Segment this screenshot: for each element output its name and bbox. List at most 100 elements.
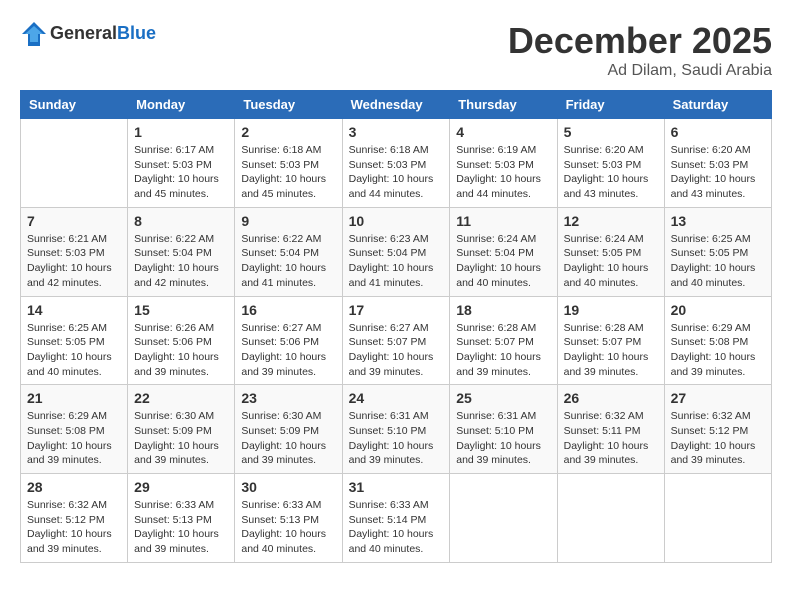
- calendar-cell: 21 Sunrise: 6:29 AMSunset: 5:08 PMDayligh…: [21, 385, 128, 474]
- day-number: 29: [134, 479, 228, 495]
- calendar-cell: 31Sunrise: 6:33 AMSunset: 5:14 PMDayligh…: [342, 474, 450, 563]
- col-wednesday: Wednesday: [342, 91, 450, 119]
- day-number: 19: [564, 302, 658, 318]
- day-info: Sunrise: 6:33 AMSunset: 5:13 PMDaylight:…: [241, 498, 335, 557]
- day-info: Sunrise: 6:18 AMSunset: 5:03 PMDaylight:…: [349, 143, 444, 202]
- day-info: Sunrise: 6:22 AMSunset: 5:04 PMDaylight:…: [241, 232, 335, 291]
- calendar-cell: [557, 474, 664, 563]
- title-area: December 2025 Ad Dilam, Saudi Arabia: [508, 20, 772, 80]
- day-info: Sunrise: 6:33 AMSunset: 5:13 PMDaylight:…: [134, 498, 228, 557]
- day-number: 4: [456, 124, 550, 140]
- calendar-week-row: 21 Sunrise: 6:29 AMSunset: 5:08 PMDayligh…: [21, 385, 772, 474]
- calendar-cell: 17Sunrise: 6:27 AMSunset: 5:07 PMDayligh…: [342, 296, 450, 385]
- calendar-cell: 7Sunrise: 6:21 AMSunset: 5:03 PMDaylight…: [21, 207, 128, 296]
- day-number: 31: [349, 479, 444, 495]
- calendar-cell: 3 Sunrise: 6:18 AMSunset: 5:03 PMDaylight…: [342, 119, 450, 208]
- calendar-cell: 12Sunrise: 6:24 AMSunset: 5:05 PMDayligh…: [557, 207, 664, 296]
- col-thursday: Thursday: [450, 91, 557, 119]
- calendar-cell: 2 Sunrise: 6:18 AMSunset: 5:03 PMDaylight…: [235, 119, 342, 208]
- day-info: Sunrise: 6:29 AMSunset: 5:08 PMDaylight:…: [27, 409, 121, 468]
- calendar-cell: 13Sunrise: 6:25 AMSunset: 5:05 PMDayligh…: [664, 207, 771, 296]
- col-sunday: Sunday: [21, 91, 128, 119]
- calendar-week-row: 28Sunrise: 6:32 AMSunset: 5:12 PMDayligh…: [21, 474, 772, 563]
- calendar-cell: 16 Sunrise: 6:27 AMSunset: 5:06 PMDayligh…: [235, 296, 342, 385]
- day-number: 6: [671, 124, 765, 140]
- day-info: Sunrise: 6:21 AMSunset: 5:03 PMDaylight:…: [27, 232, 121, 291]
- day-number: 25: [456, 390, 550, 406]
- day-info: Sunrise: 6:30 AMSunset: 5:09 PMDaylight:…: [241, 409, 335, 468]
- calendar-cell: 25 Sunrise: 6:31 AMSunset: 5:10 PMDayligh…: [450, 385, 557, 474]
- day-number: 24: [349, 390, 444, 406]
- day-info: Sunrise: 6:25 AMSunset: 5:05 PMDaylight:…: [27, 321, 121, 380]
- day-number: 9: [241, 213, 335, 229]
- day-number: 17: [349, 302, 444, 318]
- day-info: Sunrise: 6:28 AMSunset: 5:07 PMDaylight:…: [564, 321, 658, 380]
- day-info: Sunrise: 6:31 AMSunset: 5:10 PMDaylight:…: [456, 409, 550, 468]
- calendar-cell: 28Sunrise: 6:32 AMSunset: 5:12 PMDayligh…: [21, 474, 128, 563]
- calendar-cell: [21, 119, 128, 208]
- calendar-cell: 14 Sunrise: 6:25 AMSunset: 5:05 PMDayligh…: [21, 296, 128, 385]
- day-number: 20: [671, 302, 765, 318]
- day-number: 10: [349, 213, 444, 229]
- day-number: 27: [671, 390, 765, 406]
- day-info: Sunrise: 6:32 AMSunset: 5:12 PMDaylight:…: [671, 409, 765, 468]
- day-number: 30: [241, 479, 335, 495]
- day-info: Sunrise: 6:20 AMSunset: 5:03 PMDaylight:…: [671, 143, 765, 202]
- day-number: 15: [134, 302, 228, 318]
- calendar-cell: 9 Sunrise: 6:22 AMSunset: 5:04 PMDaylight…: [235, 207, 342, 296]
- day-info: Sunrise: 6:29 AMSunset: 5:08 PMDaylight:…: [671, 321, 765, 380]
- calendar-cell: [450, 474, 557, 563]
- col-tuesday: Tuesday: [235, 91, 342, 119]
- calendar-cell: 5 Sunrise: 6:20 AMSunset: 5:03 PMDaylight…: [557, 119, 664, 208]
- calendar-cell: 15 Sunrise: 6:26 AMSunset: 5:06 PMDayligh…: [128, 296, 235, 385]
- day-number: 18: [456, 302, 550, 318]
- calendar-cell: 24 Sunrise: 6:31 AMSunset: 5:10 PMDayligh…: [342, 385, 450, 474]
- page-header: GeneralBlue December 2025 Ad Dilam, Saud…: [20, 20, 772, 80]
- calendar-cell: 11Sunrise: 6:24 AMSunset: 5:04 PMDayligh…: [450, 207, 557, 296]
- logo: GeneralBlue: [20, 20, 156, 48]
- calendar-cell: [664, 474, 771, 563]
- calendar-cell: 6 Sunrise: 6:20 AMSunset: 5:03 PMDaylight…: [664, 119, 771, 208]
- day-info: Sunrise: 6:32 AMSunset: 5:12 PMDaylight:…: [27, 498, 121, 557]
- calendar-cell: 4 Sunrise: 6:19 AMSunset: 5:03 PMDaylight…: [450, 119, 557, 208]
- day-info: Sunrise: 6:20 AMSunset: 5:03 PMDaylight:…: [564, 143, 658, 202]
- day-info: Sunrise: 6:24 AMSunset: 5:04 PMDaylight:…: [456, 232, 550, 291]
- calendar-cell: 19 Sunrise: 6:28 AMSunset: 5:07 PMDayligh…: [557, 296, 664, 385]
- calendar-header-row: Sunday Monday Tuesday Wednesday Thursday…: [21, 91, 772, 119]
- day-info: Sunrise: 6:24 AMSunset: 5:05 PMDaylight:…: [564, 232, 658, 291]
- calendar-week-row: 7Sunrise: 6:21 AMSunset: 5:03 PMDaylight…: [21, 207, 772, 296]
- day-number: 5: [564, 124, 658, 140]
- calendar-cell: 30 Sunrise: 6:33 AMSunset: 5:13 PMDayligh…: [235, 474, 342, 563]
- calendar-cell: 10 Sunrise: 6:23 AMSunset: 5:04 PMDayligh…: [342, 207, 450, 296]
- day-number: 14: [27, 302, 121, 318]
- day-info: Sunrise: 6:32 AMSunset: 5:11 PMDaylight:…: [564, 409, 658, 468]
- day-info: Sunrise: 6:17 AMSunset: 5:03 PMDaylight:…: [134, 143, 228, 202]
- day-number: 2: [241, 124, 335, 140]
- day-number: 3: [349, 124, 444, 140]
- day-info: Sunrise: 6:31 AMSunset: 5:10 PMDaylight:…: [349, 409, 444, 468]
- col-friday: Friday: [557, 91, 664, 119]
- calendar-cell: 18Sunrise: 6:28 AMSunset: 5:07 PMDayligh…: [450, 296, 557, 385]
- calendar-week-row: 14 Sunrise: 6:25 AMSunset: 5:05 PMDayligh…: [21, 296, 772, 385]
- calendar-cell: 23 Sunrise: 6:30 AMSunset: 5:09 PMDayligh…: [235, 385, 342, 474]
- day-info: Sunrise: 6:26 AMSunset: 5:06 PMDaylight:…: [134, 321, 228, 380]
- col-monday: Monday: [128, 91, 235, 119]
- day-info: Sunrise: 6:25 AMSunset: 5:05 PMDaylight:…: [671, 232, 765, 291]
- day-number: 23: [241, 390, 335, 406]
- day-info: Sunrise: 6:27 AMSunset: 5:06 PMDaylight:…: [241, 321, 335, 380]
- location-title: Ad Dilam, Saudi Arabia: [508, 62, 772, 80]
- month-title: December 2025: [508, 20, 772, 62]
- day-number: 1: [134, 124, 228, 140]
- logo-icon: [20, 20, 48, 48]
- day-info: Sunrise: 6:19 AMSunset: 5:03 PMDaylight:…: [456, 143, 550, 202]
- day-number: 16: [241, 302, 335, 318]
- day-info: Sunrise: 6:30 AMSunset: 5:09 PMDaylight:…: [134, 409, 228, 468]
- calendar-cell: 8Sunrise: 6:22 AMSunset: 5:04 PMDaylight…: [128, 207, 235, 296]
- logo-blue-text: Blue: [117, 23, 156, 43]
- day-info: Sunrise: 6:23 AMSunset: 5:04 PMDaylight:…: [349, 232, 444, 291]
- col-saturday: Saturday: [664, 91, 771, 119]
- calendar-table: Sunday Monday Tuesday Wednesday Thursday…: [20, 90, 772, 563]
- day-info: Sunrise: 6:18 AMSunset: 5:03 PMDaylight:…: [241, 143, 335, 202]
- day-number: 26: [564, 390, 658, 406]
- day-number: 21: [27, 390, 121, 406]
